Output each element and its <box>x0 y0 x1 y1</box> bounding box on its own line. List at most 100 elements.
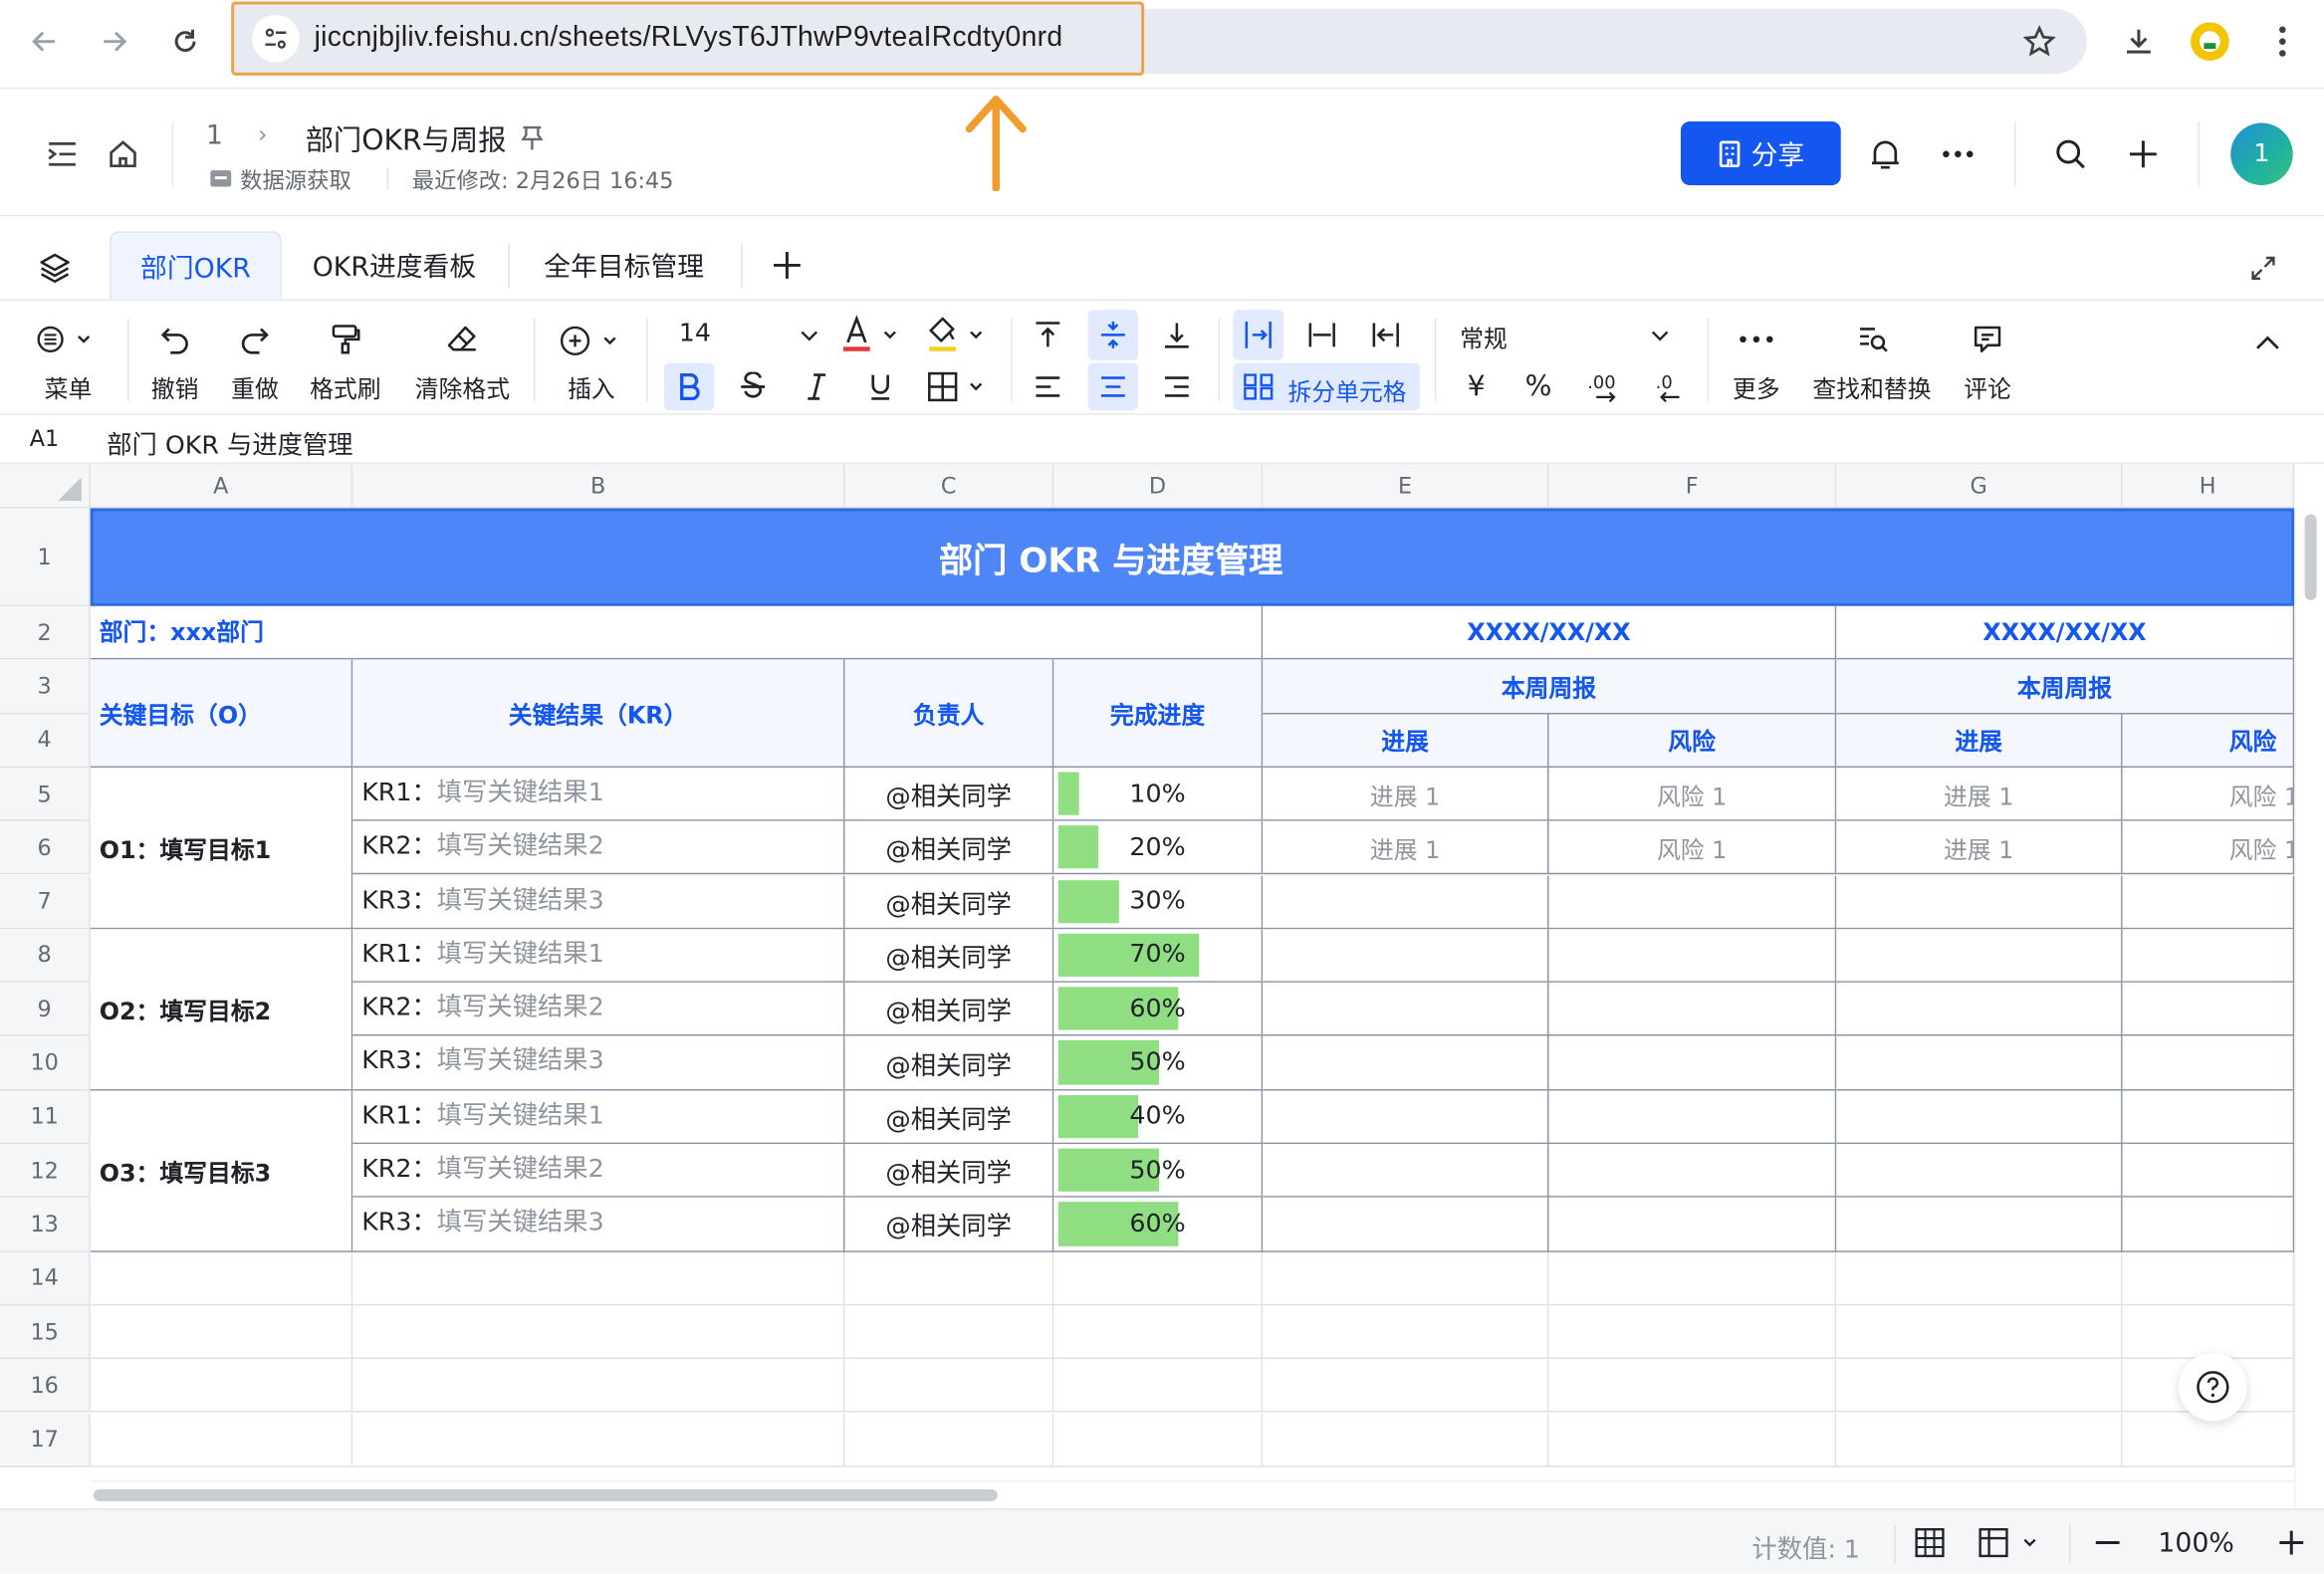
search-icon[interactable] <box>2047 130 2095 178</box>
underline-button[interactable] <box>855 363 906 411</box>
empty-cell[interactable] <box>352 1305 845 1360</box>
doc-title[interactable]: 部门OKR与周报 <box>306 118 507 158</box>
weekly-progress-cell[interactable]: 进展 1 <box>1263 820 1549 875</box>
empty-cell[interactable] <box>844 1359 1054 1414</box>
borders-button[interactable] <box>922 363 996 411</box>
weekly-risk-cell[interactable] <box>2122 1198 2295 1252</box>
row-header-1[interactable]: 1 <box>0 508 91 606</box>
weekly-risk-cell[interactable] <box>1548 874 1837 929</box>
weekly-progress-cell[interactable] <box>1836 874 2123 929</box>
grid-view-icon[interactable] <box>1909 1522 1951 1564</box>
formula-content[interactable]: 部门 OKR 与进度管理 <box>107 424 352 461</box>
empty-cell[interactable] <box>90 1305 353 1360</box>
kr-header[interactable]: 关键结果（KR） <box>352 659 845 768</box>
split-cells-button[interactable]: 拆分单元格 <box>1233 362 1421 411</box>
share-button[interactable]: 分享 <box>1680 121 1841 186</box>
back-button[interactable] <box>19 16 70 67</box>
weekly-report-header-1[interactable]: 本周周报 <box>1263 659 1837 714</box>
owner-cell[interactable]: @相关同学 <box>844 1090 1054 1145</box>
progress-header[interactable]: 完成进度 <box>1053 659 1264 768</box>
align-middle-button[interactable] <box>1087 310 1139 360</box>
menu-button[interactable]: 菜单 <box>30 316 107 407</box>
owner-cell[interactable]: @相关同学 <box>844 767 1054 821</box>
font-color-button[interactable] <box>836 313 907 357</box>
kr-cell[interactable]: KR3：填写关键结果3 <box>352 1036 845 1091</box>
pin-icon[interactable] <box>516 121 549 154</box>
find-replace-button[interactable]: 查找和替换 <box>1805 316 1939 407</box>
weekly-risk-cell[interactable]: 风险 1 <box>2122 820 2295 875</box>
date-cell-2[interactable]: XXXX/XX/XX <box>1836 605 2295 660</box>
undo-button[interactable]: 撤销 <box>142 316 207 407</box>
column-header-h[interactable]: H <box>2122 463 2295 509</box>
browser-menu-icon[interactable] <box>2256 15 2310 69</box>
department-cell[interactable]: 部门：xxx部门 <box>90 605 1264 660</box>
row-header-11[interactable]: 11 <box>0 1090 91 1145</box>
kr-cell[interactable]: KR3：填写关键结果3 <box>352 1198 845 1252</box>
row-header-6[interactable]: 6 <box>0 820 91 875</box>
weekly-progress-cell[interactable] <box>1836 1090 2123 1145</box>
progress-col-header-1[interactable]: 进展 <box>1263 713 1549 768</box>
weekly-risk-cell[interactable] <box>2122 983 2295 1037</box>
column-header-f[interactable]: F <box>1548 463 1837 509</box>
vertical-scrollbar[interactable] <box>2294 508 2324 1509</box>
weekly-progress-cell[interactable] <box>1836 928 2123 984</box>
weekly-progress-cell[interactable] <box>1263 983 1549 1037</box>
reload-button[interactable] <box>160 16 211 67</box>
weekly-risk-cell[interactable] <box>1548 1090 1837 1145</box>
owner-cell[interactable]: @相关同学 <box>844 983 1054 1037</box>
tab-dept-okr[interactable]: 部门OKR <box>110 231 282 300</box>
progress-cell[interactable]: 20% <box>1053 820 1264 875</box>
text-wrap-button[interactable] <box>1233 310 1284 360</box>
breadcrumb-root[interactable]: 1 <box>206 120 223 151</box>
comment-button[interactable]: 评论 <box>1954 316 2021 407</box>
owner-cell[interactable]: @相关同学 <box>844 1198 1054 1252</box>
column-header-b[interactable]: B <box>352 463 845 509</box>
row-header-9[interactable]: 9 <box>0 983 91 1037</box>
weekly-progress-cell[interactable] <box>1836 983 2123 1037</box>
weekly-risk-cell[interactable] <box>1548 983 1837 1037</box>
row-header-16[interactable]: 16 <box>0 1359 91 1414</box>
weekly-risk-cell[interactable] <box>2122 1036 2295 1091</box>
column-header-a[interactable]: A <box>90 463 353 509</box>
empty-cell[interactable] <box>1263 1413 1549 1467</box>
weekly-risk-cell[interactable] <box>1548 1144 1837 1199</box>
collapse-toolbar-icon[interactable] <box>2244 322 2292 363</box>
sheet-title-cell[interactable]: 部门 OKR 与进度管理 <box>90 508 2295 606</box>
zoom-out-icon[interactable] <box>2087 1522 2129 1564</box>
weekly-progress-cell[interactable] <box>1263 928 1549 984</box>
owner-cell[interactable]: @相关同学 <box>844 928 1054 984</box>
tab-annual-goals[interactable]: 全年目标管理 <box>513 231 735 299</box>
empty-cell[interactable] <box>1053 1359 1264 1414</box>
add-icon[interactable] <box>2120 130 2168 178</box>
empty-cell[interactable] <box>1548 1251 1837 1306</box>
fill-color-button[interactable] <box>922 313 993 357</box>
tab-okr-dashboard[interactable]: OKR进度看板 <box>285 231 504 299</box>
kr-cell[interactable]: KR2：填写关键结果2 <box>352 1144 845 1199</box>
weekly-progress-cell[interactable]: 进展 1 <box>1836 820 2123 875</box>
increase-decimal-button[interactable]: .00 <box>1577 363 1631 411</box>
weekly-risk-cell[interactable] <box>2122 874 2295 929</box>
add-sheet-icon[interactable] <box>765 243 810 288</box>
owner-cell[interactable]: @相关同学 <box>844 1144 1054 1199</box>
align-bottom-button[interactable] <box>1152 313 1203 357</box>
empty-cell[interactable] <box>2122 1305 2295 1360</box>
risk-col-header-1[interactable]: 风险 <box>1548 713 1837 768</box>
empty-cell[interactable] <box>1053 1251 1264 1306</box>
weekly-progress-cell[interactable] <box>1263 1036 1549 1091</box>
column-header-g[interactable]: G <box>1836 463 2123 509</box>
progress-cell[interactable]: 50% <box>1053 1036 1264 1091</box>
empty-cell[interactable] <box>1548 1359 1837 1414</box>
scrollbar-thumb[interactable] <box>2304 514 2317 600</box>
align-right-button[interactable] <box>1152 363 1203 411</box>
progress-cell[interactable]: 50% <box>1053 1144 1264 1199</box>
home-icon[interactable] <box>100 130 147 178</box>
row-header-2[interactable]: 2 <box>0 605 91 660</box>
column-header-c[interactable]: C <box>844 463 1054 509</box>
row-header-8[interactable]: 8 <box>0 928 91 984</box>
weekly-risk-cell[interactable] <box>1548 1036 1837 1091</box>
row-header-15[interactable]: 15 <box>0 1305 91 1360</box>
align-left-button[interactable] <box>1023 363 1073 411</box>
weekly-risk-cell[interactable] <box>1548 928 1837 984</box>
risk-col-header-2[interactable]: 风险 <box>2122 713 2295 768</box>
help-button[interactable] <box>2179 1353 2247 1422</box>
